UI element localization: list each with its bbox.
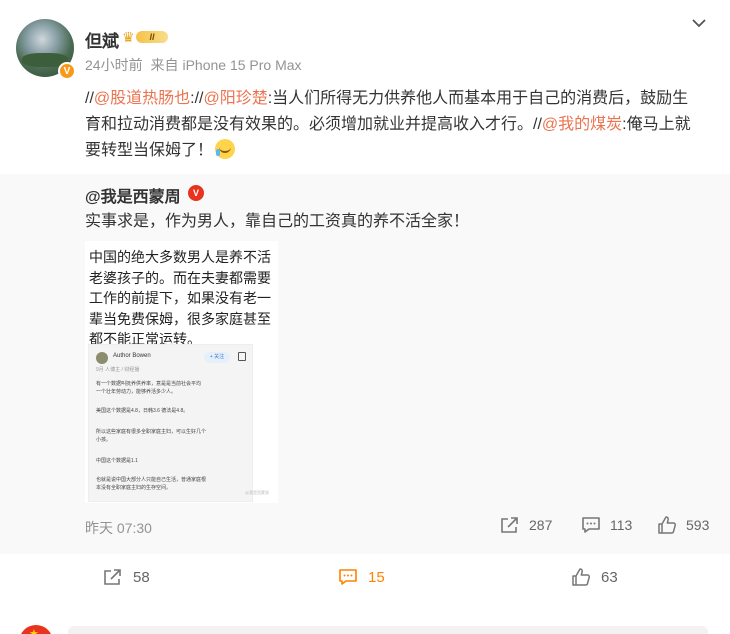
comment-button[interactable]: 15 bbox=[338, 568, 385, 586]
mini-line: 有一个数据叫抚养供养率，意是是当前社会平均 bbox=[96, 381, 202, 387]
like-count: 63 bbox=[601, 568, 618, 586]
repost-share-button[interactable]: 287 bbox=[500, 516, 552, 534]
post-source-prefix: 来自 bbox=[150, 57, 179, 73]
reposted-content[interactable]: @我是西蒙周 V 实事求是，作为男人，靠自己的工资真的养不活全家！ 中国的绝大多… bbox=[0, 174, 730, 554]
repost-like-count: 593 bbox=[686, 517, 710, 533]
comment-icon bbox=[582, 517, 600, 533]
comment-input[interactable] bbox=[68, 626, 708, 634]
repost-time[interactable]: 昨天 07:30 bbox=[85, 518, 152, 538]
post-text: //@股道热肠也://@阳珍楚:当人们所得无力供养他人而基本用于自己的消费后，鼓… bbox=[85, 86, 695, 164]
like-button[interactable]: 63 bbox=[571, 568, 618, 586]
mini-line: 小孩。 bbox=[96, 437, 112, 443]
repost-image[interactable]: 中国的绝大多数男人是养不活老婆孩子的。而在夫妻都需要工作的前提下，如果没有老一辈… bbox=[85, 241, 278, 503]
post-device: iPhone 15 Pro Max bbox=[182, 57, 302, 73]
author-name[interactable]: 但斌 bbox=[85, 27, 119, 52]
comment-count: 15 bbox=[368, 568, 385, 586]
repost-count: 58 bbox=[133, 568, 150, 586]
mini-line: 一个壮年劳动力，能够养活多少人。 bbox=[96, 389, 177, 395]
mini-line: 所以这些家庭有很多全职家庭主妇，可以生好几个 bbox=[96, 429, 207, 435]
text-segment: // bbox=[533, 116, 542, 133]
mini-line: 9月 人博主 / 财经播 bbox=[96, 367, 140, 373]
mini-line: 也就是说中国大部分人只能自己生活，普通家庭根 bbox=[96, 477, 207, 483]
image-watermark: @我是西蒙周 bbox=[245, 490, 270, 495]
repost-comment-button[interactable]: 113 bbox=[581, 516, 632, 534]
verified-badge-icon: V bbox=[188, 185, 204, 201]
post-time[interactable]: 24小时前 bbox=[85, 57, 143, 73]
mini-line: 美国这个数据是4.8，日韩3.6 德法是4.8。 bbox=[96, 408, 189, 414]
mini-author-name: Author Bowen bbox=[113, 353, 151, 359]
verified-badge-icon: V bbox=[58, 62, 76, 80]
thumbs-up-icon bbox=[572, 568, 591, 586]
repost-comment-count: 113 bbox=[610, 517, 633, 533]
share-icon bbox=[501, 517, 518, 533]
text-segment: :// bbox=[190, 90, 204, 107]
share-icon bbox=[104, 569, 121, 585]
embedded-screenshot: Author Bowen + 关注 9月 人博主 / 财经播 有一个数据叫抚养供… bbox=[88, 344, 253, 502]
vip-level-label: II bbox=[136, 31, 168, 43]
repost-like-button[interactable]: 593 bbox=[657, 516, 709, 534]
repost-text: 实事求是，作为男人，靠自己的工资真的养不活全家！ bbox=[85, 213, 470, 230]
vip-level-badge[interactable]: ♛ II bbox=[122, 28, 170, 46]
comment-icon bbox=[339, 569, 357, 585]
mention-link[interactable]: @股道热肠也 bbox=[94, 90, 190, 107]
post-meta: 24小时前 来自 iPhone 15 Pro Max bbox=[85, 55, 306, 75]
crying-laugh-emoji-icon bbox=[215, 139, 236, 159]
repost-share-count: 287 bbox=[529, 517, 553, 533]
repost-user-link[interactable]: @我是西蒙周 bbox=[85, 183, 181, 207]
text-segment: // bbox=[85, 90, 94, 107]
chevron-down-icon[interactable] bbox=[690, 14, 708, 32]
repost-button[interactable]: 58 bbox=[103, 568, 150, 586]
current-user-avatar bbox=[19, 625, 53, 634]
thumbs-up-icon bbox=[658, 516, 677, 534]
mention-link[interactable]: @我的煤炭 bbox=[542, 116, 622, 133]
weibo-post: V 但斌 ♛ II 24小时前 来自 iPhone 15 Pro Max //@股… bbox=[0, 0, 730, 634]
mini-line: 本没有全职家庭主妇的生存空间。 bbox=[96, 485, 172, 491]
mini-avatar bbox=[96, 352, 108, 364]
mention-link[interactable]: @阳珍楚 bbox=[203, 90, 267, 107]
mini-line: 中国这个数据是1.1 bbox=[96, 458, 138, 464]
mini-follow-button: + 关注 bbox=[204, 352, 230, 363]
mini-share-icon bbox=[238, 352, 246, 361]
image-big-text: 中国的绝大多数男人是养不活老婆孩子的。而在夫妻都需要工作的前提下，如果没有老一辈… bbox=[89, 249, 271, 347]
